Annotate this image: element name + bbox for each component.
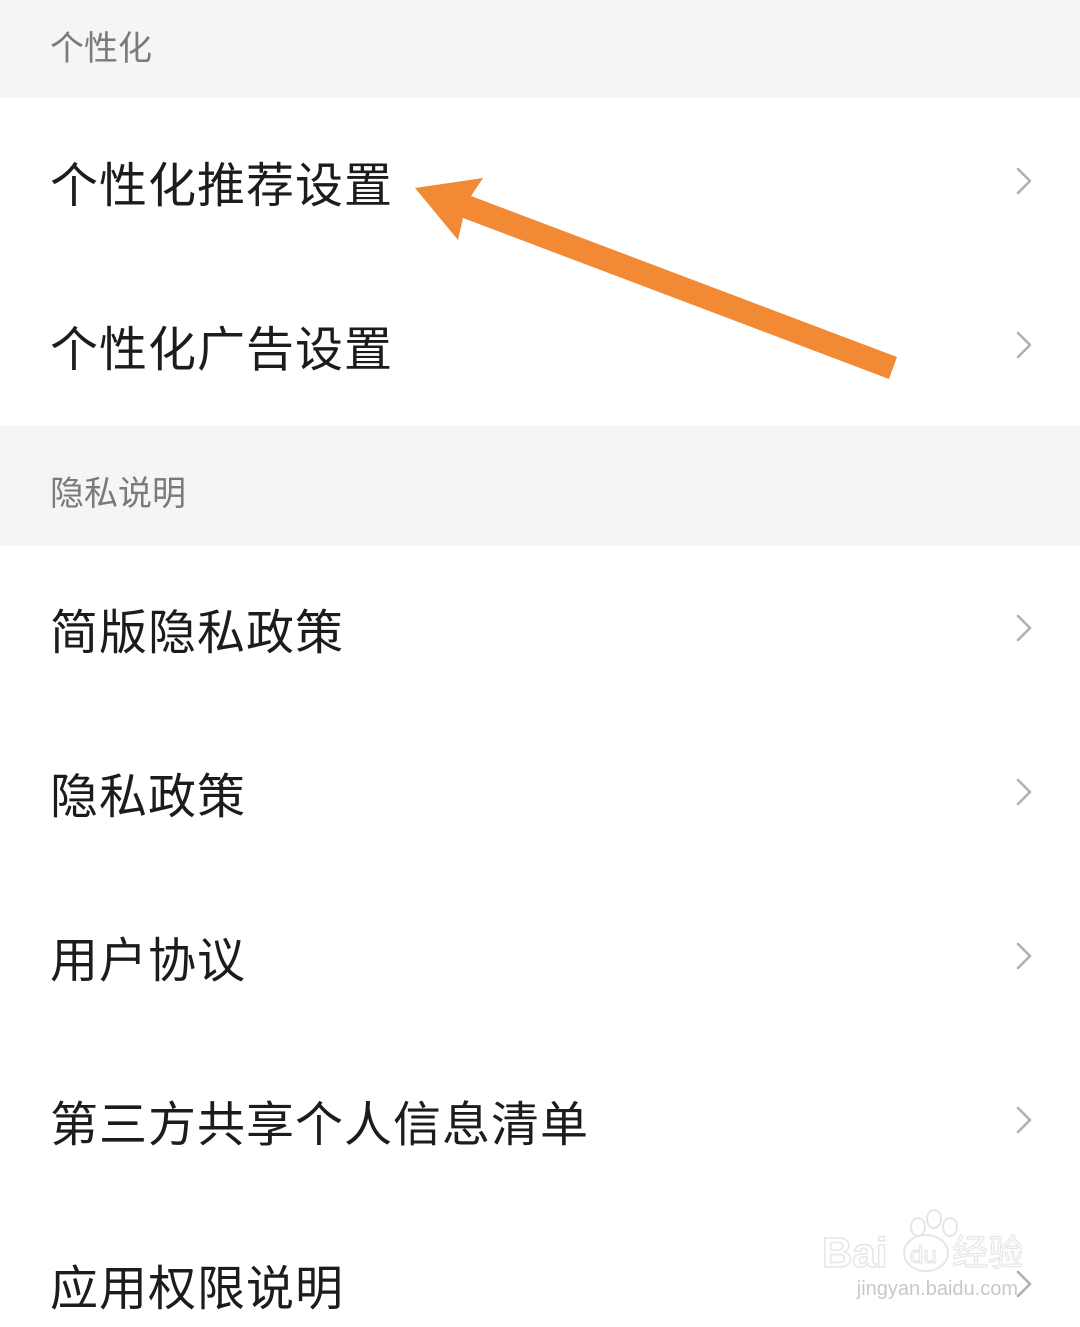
chevron-right-icon xyxy=(1016,942,1032,970)
settings-item-personalized-recommendation[interactable]: 个性化推荐设置 xyxy=(0,98,1080,264)
section-header-personalization: 个性化 xyxy=(0,0,1080,98)
settings-item-label: 简版隐私政策 xyxy=(50,605,345,661)
svg-text:du: du xyxy=(910,1242,937,1269)
settings-item-user-agreement[interactable]: 用户协议 xyxy=(0,874,1080,1038)
settings-item-label: 应用权限说明 xyxy=(50,1261,345,1317)
settings-item-label: 隐私政策 xyxy=(50,769,247,825)
settings-item-privacy-policy[interactable]: 隐私政策 xyxy=(0,710,1080,874)
chevron-right-icon xyxy=(1016,614,1032,642)
settings-screen: 个性化 个性化推荐设置 个性化广告设置 隐私说明 简版隐私政策 隐私政策 用户协… xyxy=(0,0,1080,1327)
chevron-right-icon xyxy=(1016,778,1032,806)
settings-item-brief-privacy-policy[interactable]: 简版隐私政策 xyxy=(0,546,1080,710)
settings-item-personalized-ads[interactable]: 个性化广告设置 xyxy=(0,264,1080,426)
section-header-label: 隐私说明 xyxy=(50,473,186,514)
settings-group-personalization: 个性化推荐设置 个性化广告设置 xyxy=(0,98,1080,426)
section-header-label: 个性化 xyxy=(50,28,152,69)
settings-item-label: 个性化广告设置 xyxy=(50,322,394,378)
watermark-url: jingyan.baidu.com xyxy=(856,1278,1018,1300)
svg-text:Bai: Bai xyxy=(822,1229,887,1276)
chevron-right-icon xyxy=(1016,1106,1032,1134)
chevron-right-icon xyxy=(1016,167,1032,195)
chevron-right-icon xyxy=(1016,331,1032,359)
watermark-brand-cn: 经验 xyxy=(952,1233,1022,1274)
settings-item-third-party-sharing-list[interactable]: 第三方共享个人信息清单 xyxy=(0,1038,1080,1202)
settings-item-label: 第三方共享个人信息清单 xyxy=(50,1097,590,1153)
section-header-privacy: 隐私说明 xyxy=(0,426,1080,546)
settings-item-label: 个性化推荐设置 xyxy=(50,158,394,214)
settings-item-label: 用户协议 xyxy=(50,933,247,989)
